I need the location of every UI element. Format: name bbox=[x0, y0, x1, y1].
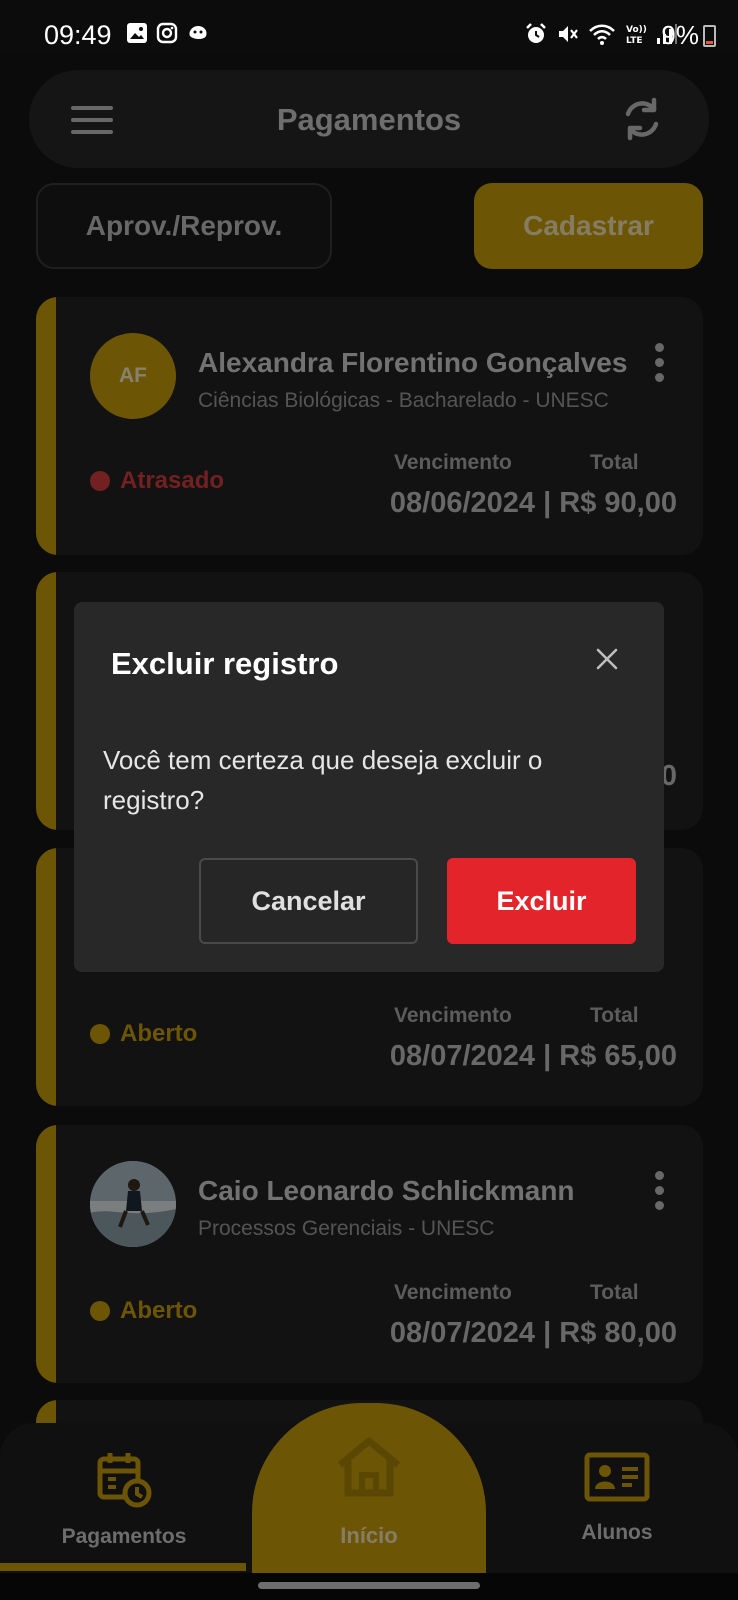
notification-app-icon bbox=[189, 26, 207, 39]
delete-confirmation-dialog: Excluir registro Você tem certeza que de… bbox=[74, 602, 664, 972]
delete-button[interactable]: Excluir bbox=[447, 858, 636, 944]
mute-icon bbox=[559, 26, 578, 42]
alarm-icon bbox=[526, 23, 546, 43]
battery-level: 9% bbox=[661, 20, 699, 50]
close-icon[interactable] bbox=[594, 646, 620, 672]
cancel-button[interactable]: Cancelar bbox=[199, 858, 418, 944]
wifi-icon bbox=[589, 24, 615, 45]
dialog-message: Você tem certeza que deseja excluir o re… bbox=[103, 745, 543, 815]
instagram-icon bbox=[156, 22, 178, 44]
battery-icon bbox=[703, 24, 716, 47]
svg-text:LTE: LTE bbox=[626, 36, 643, 46]
volte-icon: Vo))LTE bbox=[626, 25, 647, 46]
dialog-title: Excluir registro bbox=[111, 646, 339, 681]
status-time: 09:49 bbox=[44, 20, 112, 50]
gallery-icon bbox=[127, 23, 147, 43]
svg-text:Vo)): Vo)) bbox=[626, 25, 647, 35]
status-bar: 09:49 Vo)) LTE 9% bbox=[0, 0, 738, 54]
